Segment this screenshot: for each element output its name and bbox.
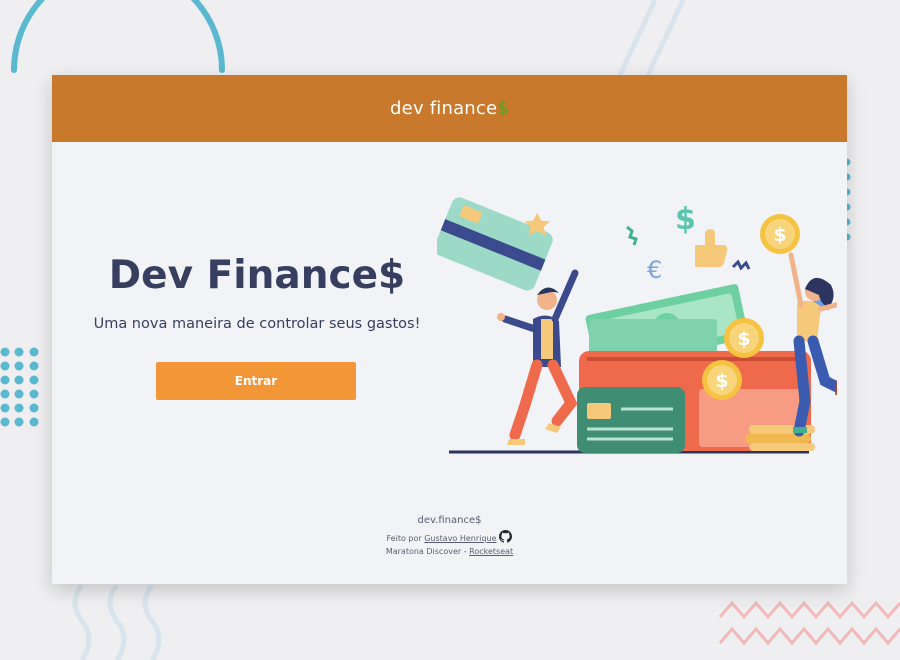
hero-subtitle: Uma nova maneira de controlar seus gasto… [93, 316, 421, 332]
logo-accent: $ [497, 98, 509, 119]
arc-decoration [11, 0, 225, 73]
logo: dev finance$ [390, 98, 509, 119]
footer-brand: dev.finance$ [417, 515, 482, 526]
finance-illustration: $ $ $ $ € [437, 197, 837, 454]
svg-text:$: $ [737, 328, 750, 350]
svg-text:$: $ [773, 224, 786, 246]
wave-lines-decoration [72, 585, 162, 660]
dollar-icon: $ [675, 202, 696, 237]
man-figure [497, 269, 579, 445]
euro-icon: € [647, 256, 662, 284]
header-bar: dev finance$ [52, 75, 847, 142]
svg-text:$: $ [715, 370, 728, 392]
rocketseat-link[interactable]: Rocketseat [469, 547, 513, 556]
zigzag-decoration [718, 600, 900, 646]
footer: dev.finance$ Feito por Gustavo Henrique … [52, 515, 847, 558]
logo-text: dev finance [390, 98, 498, 119]
squiggle-icon [626, 225, 638, 246]
github-icon[interactable] [499, 530, 513, 543]
event-label: Maratona Discover - [385, 547, 467, 556]
made-by-label: Feito por [386, 534, 422, 543]
diagonal-lines-decoration [617, 0, 686, 77]
main-card: dev finance$ Dev Finance$ Uma nova manei… [52, 75, 847, 584]
credit-card-icon [437, 197, 553, 291]
squiggle-icon [731, 259, 751, 271]
author-link[interactable]: Gustavo Henrique [424, 534, 496, 543]
thumbs-up-icon [695, 229, 728, 267]
dots-decoration-left [0, 347, 39, 427]
footer-credits: Feito por Gustavo Henrique [52, 530, 847, 545]
hero-title: Dev Finance$ [108, 253, 406, 298]
enter-button[interactable]: Entrar [156, 362, 356, 400]
footer-event: Maratona Discover - Rocketseat [52, 545, 847, 558]
